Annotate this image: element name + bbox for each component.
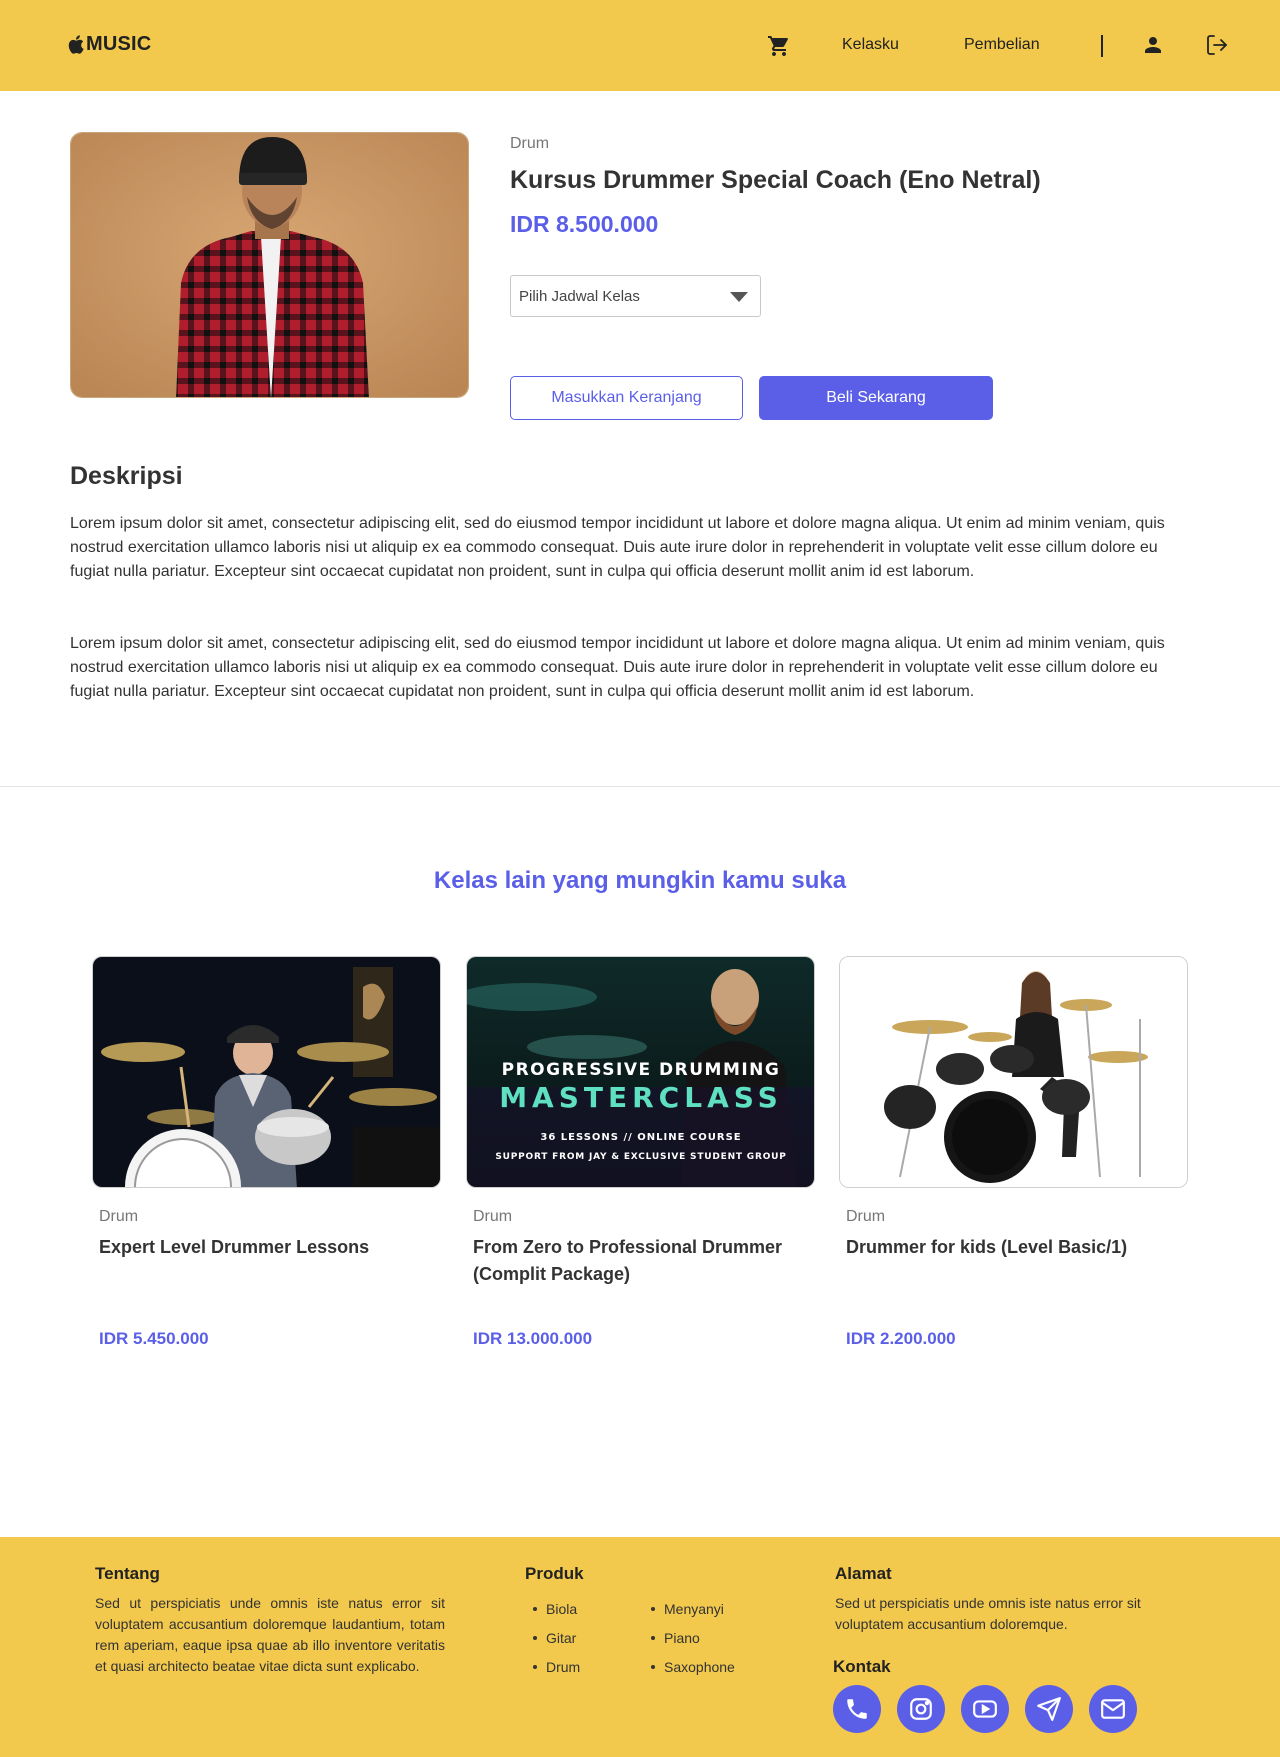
- footer-tentang-title: Tentang: [95, 1564, 160, 1583]
- class-card-price: IDR 13.000.000: [473, 1329, 593, 1348]
- class-card-image[interactable]: [839, 956, 1188, 1188]
- class-card-title[interactable]: Expert Level Drummer Lessons: [99, 1234, 419, 1261]
- footer-produk-link[interactable]: Saxophone: [643, 1658, 735, 1687]
- class-card-image[interactable]: PROGRESSIVE DRUMMING MASTERCLASS 36 LESS…: [466, 956, 815, 1188]
- masterclass-line-4: SUPPORT FROM JAY & EXCLUSIVE STUDENT GRO…: [495, 1152, 786, 1162]
- telegram-icon[interactable]: [1025, 1685, 1073, 1733]
- description-paragraph: Lorem ipsum dolor sit amet, consectetur …: [70, 515, 1165, 580]
- description-heading: Deskripsi: [70, 462, 183, 490]
- mail-icon[interactable]: [1089, 1685, 1137, 1733]
- class-card-category: Drum: [473, 1208, 513, 1225]
- class-card-category: Drum: [846, 1208, 886, 1225]
- phone-icon[interactable]: [833, 1685, 881, 1733]
- buy-now-button[interactable]: Beli Sekarang: [759, 376, 993, 420]
- user-icon[interactable]: [1141, 33, 1165, 57]
- description-paragraph: Lorem ipsum dolor sit amet, consectetur …: [70, 635, 1165, 700]
- youtube-icon[interactable]: [961, 1685, 1009, 1733]
- class-card-image[interactable]: [92, 956, 441, 1188]
- footer-produk-link[interactable]: Gitar: [525, 1629, 580, 1658]
- schedule-select-value: Pilih Jadwal Kelas: [519, 288, 640, 305]
- product-price: IDR 8.500.000: [510, 211, 659, 237]
- cart-icon[interactable]: [767, 34, 791, 58]
- product-image: [70, 132, 469, 398]
- apple-icon: [68, 35, 84, 54]
- class-card-price: IDR 5.450.000: [99, 1329, 209, 1348]
- class-card-price: IDR 2.200.000: [846, 1329, 956, 1348]
- footer-produk-title: Produk: [525, 1564, 584, 1583]
- footer-kontak-title: Kontak: [833, 1657, 891, 1676]
- site-logo[interactable]: MUSIC: [68, 33, 151, 56]
- masterclass-line-1: PROGRESSIVE DRUMMING: [502, 1060, 781, 1080]
- footer-produk-link[interactable]: Biola: [525, 1600, 580, 1629]
- footer-produk-list: Menyanyi Piano Saxophone: [643, 1600, 735, 1687]
- footer-produk-link[interactable]: Piano: [643, 1629, 735, 1658]
- recommendations-heading: Kelas lain yang mungkin kamu suka: [433, 867, 847, 894]
- footer-produk-link[interactable]: Menyanyi: [643, 1600, 735, 1629]
- class-card-title[interactable]: From Zero to Professional Drummer (Compl…: [473, 1234, 793, 1288]
- schedule-select[interactable]: Pilih Jadwal Kelas: [510, 275, 761, 317]
- nav-divider: [1101, 35, 1103, 57]
- masterclass-line-3: 36 LESSONS // ONLINE COURSE: [540, 1132, 741, 1143]
- class-card[interactable]: Drum Drummer for kids (Level Basic/1) ID…: [839, 956, 1188, 1356]
- class-card-title[interactable]: Drummer for kids (Level Basic/1): [846, 1234, 1166, 1261]
- footer-contact-icons: [833, 1685, 1137, 1733]
- top-navbar: MUSIC Kelasku Pembelian: [0, 0, 1280, 91]
- instagram-icon[interactable]: [897, 1685, 945, 1733]
- add-to-cart-button[interactable]: Masukkan Keranjang: [510, 376, 743, 420]
- footer-alamat-title: Alamat: [835, 1564, 892, 1583]
- product-title: Kursus Drummer Special Coach (Eno Netral…: [510, 166, 1041, 194]
- class-card[interactable]: PROGRESSIVE DRUMMING MASTERCLASS 36 LESS…: [466, 956, 815, 1356]
- product-category: Drum: [510, 135, 550, 152]
- nav-link-pembelian[interactable]: Pembelian: [964, 36, 1040, 54]
- nav-link-kelasku[interactable]: Kelasku: [842, 36, 899, 54]
- footer-alamat-text: Sed ut perspiciatis unde omnis iste natu…: [835, 1595, 1141, 1632]
- section-divider: [0, 786, 1280, 787]
- footer-produk-link[interactable]: Drum: [525, 1658, 580, 1687]
- logo-text: MUSIC: [86, 33, 152, 55]
- footer-produk-list: Biola Gitar Drum: [525, 1600, 580, 1687]
- class-card[interactable]: Drum Expert Level Drummer Lessons IDR 5.…: [92, 956, 441, 1356]
- masterclass-line-2: MASTERCLASS: [499, 1081, 783, 1114]
- footer-tentang-text: Sed ut perspiciatis unde omnis iste natu…: [95, 1595, 445, 1674]
- footer: Tentang Sed ut perspiciatis unde omnis i…: [0, 1537, 1280, 1757]
- class-card-category: Drum: [99, 1208, 139, 1225]
- logout-icon[interactable]: [1205, 33, 1229, 57]
- caret-down-icon: [730, 292, 748, 302]
